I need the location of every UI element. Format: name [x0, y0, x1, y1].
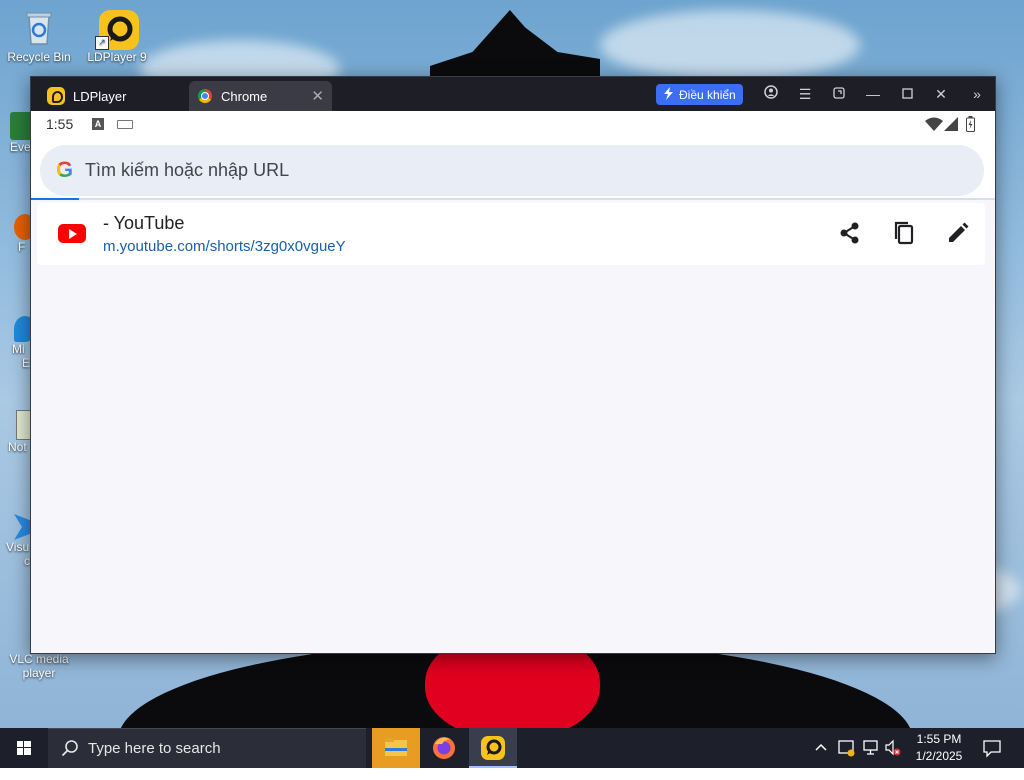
firefox-icon	[433, 737, 455, 759]
wifi-icon	[925, 117, 943, 134]
youtube-icon	[58, 224, 86, 243]
cloud	[600, 10, 860, 80]
progress-fill	[31, 198, 79, 200]
clock-time: 1:55 PM	[916, 732, 962, 746]
a-icon: A	[92, 118, 104, 130]
start-button[interactable]	[0, 728, 48, 768]
suggestion-row[interactable]: - YouTube m.youtube.com/shorts/3zg0x0vgu…	[37, 203, 985, 265]
shortcut-arrow-icon: ↗	[95, 36, 109, 50]
desktop-icon-label: E	[22, 356, 31, 370]
desktop-icon-label: VLC media	[9, 652, 69, 666]
tab-chrome[interactable]: Chrome ✕	[189, 81, 332, 111]
desktop-icon-label: Recycle Bin	[7, 50, 71, 64]
signal-icon	[944, 117, 958, 134]
expand-icon[interactable]: »	[968, 85, 986, 103]
chevron-up-icon[interactable]	[814, 740, 828, 780]
tab-ldplayer[interactable]: LDPlayer	[39, 81, 179, 111]
status-time: 1:55	[46, 116, 74, 132]
desktop-icon-label: F	[18, 240, 26, 254]
app-icon	[10, 112, 32, 140]
maximize-icon[interactable]	[898, 85, 916, 103]
omnibox-area: G Tìm kiếm hoặc nhập URL	[31, 138, 995, 200]
volume-muted-icon[interactable]	[884, 739, 902, 779]
file-explorer-icon	[385, 738, 407, 756]
taskbar-search-placeholder: Type here to search	[88, 740, 221, 757]
desktop-icon-label: Visu	[6, 540, 30, 554]
notification-icon[interactable]	[982, 738, 1002, 778]
taskbar-ldplayer[interactable]	[469, 728, 517, 768]
taskbar-firefox[interactable]	[420, 728, 468, 768]
restore-icon[interactable]	[830, 85, 848, 103]
desktop-icon-label: LDPlayer 9	[87, 50, 147, 64]
search-input[interactable]: G Tìm kiếm hoặc nhập URL	[40, 145, 984, 196]
desktop-icon-label: Not	[8, 440, 27, 454]
keyboard-icon	[117, 120, 133, 129]
tab-label: Chrome	[221, 88, 268, 104]
close-icon[interactable]: ✕	[932, 85, 950, 103]
minimize-icon[interactable]: —	[864, 85, 882, 103]
lightning-icon	[663, 86, 674, 103]
google-icon: G	[56, 157, 74, 182]
account-icon[interactable]	[762, 85, 780, 103]
battery-icon	[966, 116, 975, 135]
suggestion-url: m.youtube.com/shorts/3zg0x0vgueY	[103, 238, 346, 255]
wallpaper-dark-shape	[430, 10, 600, 80]
edit-icon[interactable]	[944, 219, 972, 247]
control-button[interactable]: Điều khiển	[656, 84, 743, 105]
close-icon[interactable]: ✕	[311, 87, 324, 105]
share-icon[interactable]	[836, 219, 864, 247]
windows-icon	[17, 741, 31, 755]
ldplayer-icon	[481, 736, 505, 760]
search-icon	[61, 739, 79, 762]
chrome-icon	[198, 89, 212, 103]
ldplayer-icon: ↗	[95, 8, 139, 50]
window-titlebar[interactable]: LDPlayer Chrome ✕ Điều khiển ☰ — ✕ »	[31, 77, 995, 111]
control-button-label: Điều khiển	[679, 87, 736, 102]
recycle-bin-icon	[19, 8, 59, 48]
taskbar-file-explorer[interactable]	[372, 728, 420, 768]
search-placeholder: Tìm kiếm hoặc nhập URL	[85, 160, 290, 180]
tab-label: LDPlayer	[73, 88, 127, 104]
desktop-icon-label: Mi	[12, 342, 25, 356]
desktop-icon-label: player	[22, 666, 56, 680]
menu-icon[interactable]: ☰	[796, 85, 814, 103]
taskbar-search[interactable]: Type here to search	[48, 728, 366, 768]
desktop-icon-ldplayer[interactable]: ↗ LDPlayer 9	[78, 8, 156, 64]
clock-date: 1/2/2025	[915, 749, 963, 763]
copy-icon[interactable]	[890, 219, 918, 247]
network-icon[interactable]	[862, 739, 880, 779]
taskbar-clock[interactable]: 1:55 PM 1/2/2025	[904, 731, 974, 765]
ldplayer-window: LDPlayer Chrome ✕ Điều khiển ☰ — ✕ » 1:5…	[30, 76, 996, 654]
security-tray-icon[interactable]	[838, 739, 856, 779]
page-load-progress	[31, 198, 995, 200]
taskbar: Type here to search 1:55 PM 1/2/2025	[0, 728, 1024, 768]
android-status-bar: 1:55 A	[31, 111, 995, 138]
ldplayer-icon	[47, 87, 65, 105]
desktop-icon-label: Eve	[10, 140, 31, 154]
desktop-icon-recycle-bin[interactable]: Recycle Bin	[0, 8, 78, 64]
suggestion-title: - YouTube	[103, 213, 185, 233]
